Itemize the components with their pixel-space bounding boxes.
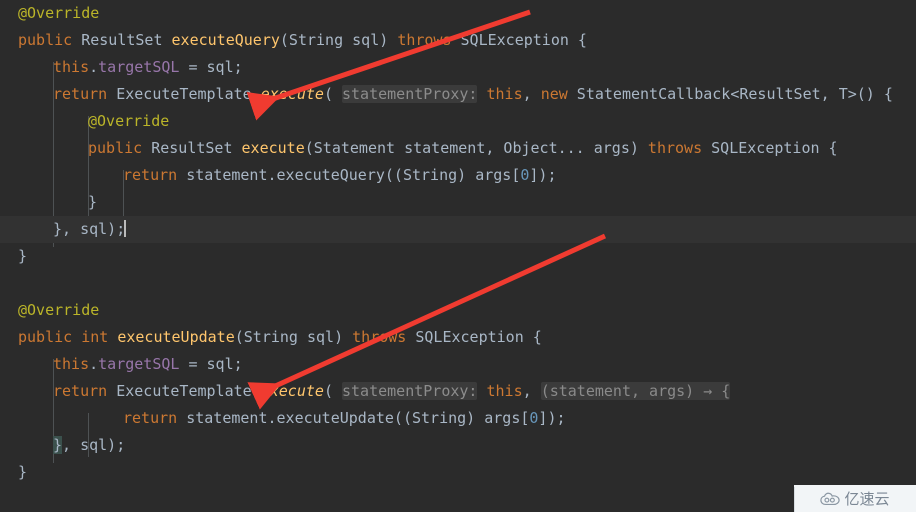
code-line[interactable] <box>0 270 916 297</box>
code-line[interactable]: }, sql); <box>0 216 916 243</box>
code-token: public <box>18 328 73 346</box>
watermark-text: 亿速云 <box>844 490 890 508</box>
watermark-divider <box>794 487 795 512</box>
code-line[interactable]: } <box>0 459 916 486</box>
code-token: = sql; <box>179 355 243 373</box>
code-token: . <box>89 58 99 76</box>
code-line[interactable]: return statement.executeUpdate((String) … <box>0 405 916 432</box>
code-token: @Override <box>88 112 170 130</box>
code-token: targetSQL <box>98 355 180 373</box>
code-token: ExecuteTemplate. <box>107 382 261 400</box>
editor-window: @Override public ResultSet executeQuery(S… <box>0 0 916 512</box>
code-token: ]); <box>529 166 557 184</box>
code-token: this <box>486 382 523 400</box>
code-token: return <box>53 85 108 103</box>
text-caret <box>124 220 127 237</box>
code-line[interactable]: public int executeUpdate(String sql) thr… <box>0 324 916 351</box>
code-line[interactable]: @Override <box>0 297 916 324</box>
code-token: SQLException { <box>406 328 542 346</box>
code-token: } <box>53 436 63 454</box>
code-line[interactable]: @Override <box>0 108 916 135</box>
code-token: public <box>88 139 143 157</box>
watermark: 亿速云 <box>794 485 916 512</box>
code-line[interactable]: this.targetSQL = sql; <box>0 54 916 81</box>
cloud-icon <box>820 492 841 505</box>
code-token: SQLException { <box>702 139 838 157</box>
code-token: , <box>522 382 541 400</box>
code-token: . <box>89 355 99 373</box>
code-token: this <box>53 355 90 373</box>
code-line[interactable]: public ResultSet executeQuery(String sql… <box>0 27 916 54</box>
code-token: targetSQL <box>98 58 180 76</box>
code-token: ExecuteTemplate. <box>107 85 261 103</box>
code-token: return <box>123 166 178 184</box>
code-token: execute <box>241 139 305 157</box>
code-token: throws <box>352 328 407 346</box>
code-token: statementProxy: <box>342 382 478 400</box>
code-line[interactable]: public ResultSet execute(Statement state… <box>0 135 916 162</box>
code-token: int <box>81 328 109 346</box>
code-token: this <box>486 85 523 103</box>
code-token: return <box>123 409 178 427</box>
code-token: statement.executeQuery((String) args[ <box>177 166 521 184</box>
code-token: throws <box>647 139 703 157</box>
code-line[interactable]: } <box>0 189 916 216</box>
code-token: (Statement statement, Object... args) <box>304 139 648 157</box>
code-token: new <box>540 85 568 103</box>
code-line[interactable]: }, sql); <box>0 432 916 459</box>
code-line[interactable]: @Override <box>0 0 916 27</box>
code-token: @Override <box>18 4 100 22</box>
code-token: = sql; <box>179 58 243 76</box>
code-token: SQLException { <box>451 31 587 49</box>
code-token: ( <box>323 382 342 400</box>
code-token: @Override <box>18 301 100 319</box>
code-token: } <box>18 463 28 481</box>
code-token: ( <box>323 85 342 103</box>
code-token: return <box>53 382 108 400</box>
code-token: ResultSet <box>151 139 233 157</box>
code-token: executeQuery <box>171 31 280 49</box>
code-token: execute <box>260 382 324 400</box>
code-line[interactable]: } <box>0 243 916 270</box>
code-token: this <box>53 58 90 76</box>
code-token: , <box>522 85 541 103</box>
code-token: statementProxy: <box>342 85 478 103</box>
code-token: ]); <box>538 409 566 427</box>
code-token: throws <box>397 31 452 49</box>
code-token: (String sql) <box>234 328 353 346</box>
code-token: statement.executeUpdate((String) args[ <box>177 409 530 427</box>
code-token: }, sql); <box>53 220 126 238</box>
code-token: } <box>18 247 28 265</box>
code-line[interactable]: return statement.executeQuery((String) a… <box>0 162 916 189</box>
code-token: execute <box>260 85 324 103</box>
code-line[interactable]: this.targetSQL = sql; <box>0 351 916 378</box>
code-token: StatementCallback<ResultSet, T>() { <box>567 85 893 103</box>
code-token: (String sql) <box>279 31 398 49</box>
code-token: (statement, args) → { <box>540 382 731 400</box>
code-line[interactable]: return ExecuteTemplate.execute( statemen… <box>0 378 916 405</box>
code-token: , sql); <box>62 436 126 454</box>
code-content[interactable]: @Override public ResultSet executeQuery(S… <box>0 0 916 512</box>
code-token: public <box>18 31 73 49</box>
code-token: } <box>88 193 98 211</box>
code-token: ResultSet <box>81 31 163 49</box>
code-line[interactable]: return ExecuteTemplate.execute( statemen… <box>0 81 916 108</box>
code-token: executeUpdate <box>117 328 235 346</box>
